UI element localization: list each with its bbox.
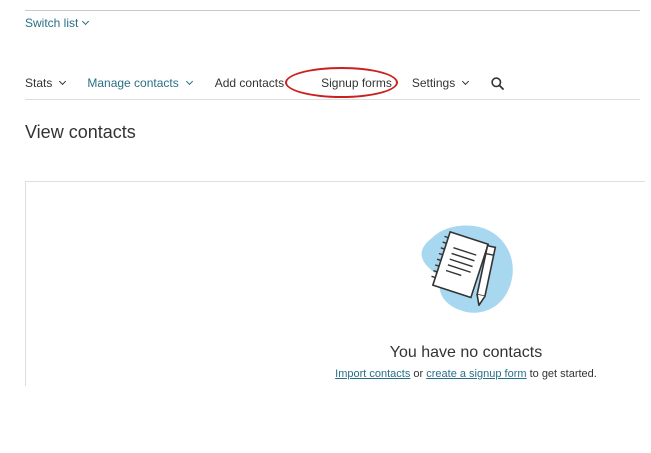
search-icon [491,76,505,90]
search-button[interactable] [491,76,505,90]
chevron-down-icon [185,77,193,86]
nav-settings-label: Settings [411,76,456,90]
get-started-text: to get started. [526,368,597,380]
empty-state-message: Import contacts or create a signup form … [320,368,612,380]
nav-signup-forms[interactable]: Signup forms [321,76,392,90]
nav-signup-forms-label: Signup forms [321,76,392,90]
top-divider [25,10,640,11]
nav-add-contacts-label: Add contacts [214,76,285,90]
nav-divider [25,99,640,100]
nav-stats[interactable]: Stats [25,76,67,90]
nav-add-contacts[interactable]: Add contacts [215,76,284,90]
switch-list-button[interactable]: Switch list [25,16,90,30]
main-nav: Stats Manage contacts Add contacts Signu… [25,74,505,92]
nav-manage-contacts[interactable]: Manage contacts [87,76,193,90]
chevron-down-icon [462,77,470,86]
or-text: or [410,368,427,380]
chevron-down-icon [59,77,67,86]
switch-list-label: Switch list [25,16,79,30]
nav-manage-contacts-label: Manage contacts [87,76,179,90]
nav-settings[interactable]: Settings [411,76,470,90]
nav-stats-label: Stats [25,76,53,90]
empty-state-title: You have no contacts [389,344,543,361]
create-signup-form-link[interactable]: create a signup form [426,368,526,380]
import-contacts-link[interactable]: Import contacts [335,368,410,380]
page-title: View contacts [25,122,136,142]
chevron-down-icon [82,17,90,26]
notepad-pencil-icon [421,225,513,313]
